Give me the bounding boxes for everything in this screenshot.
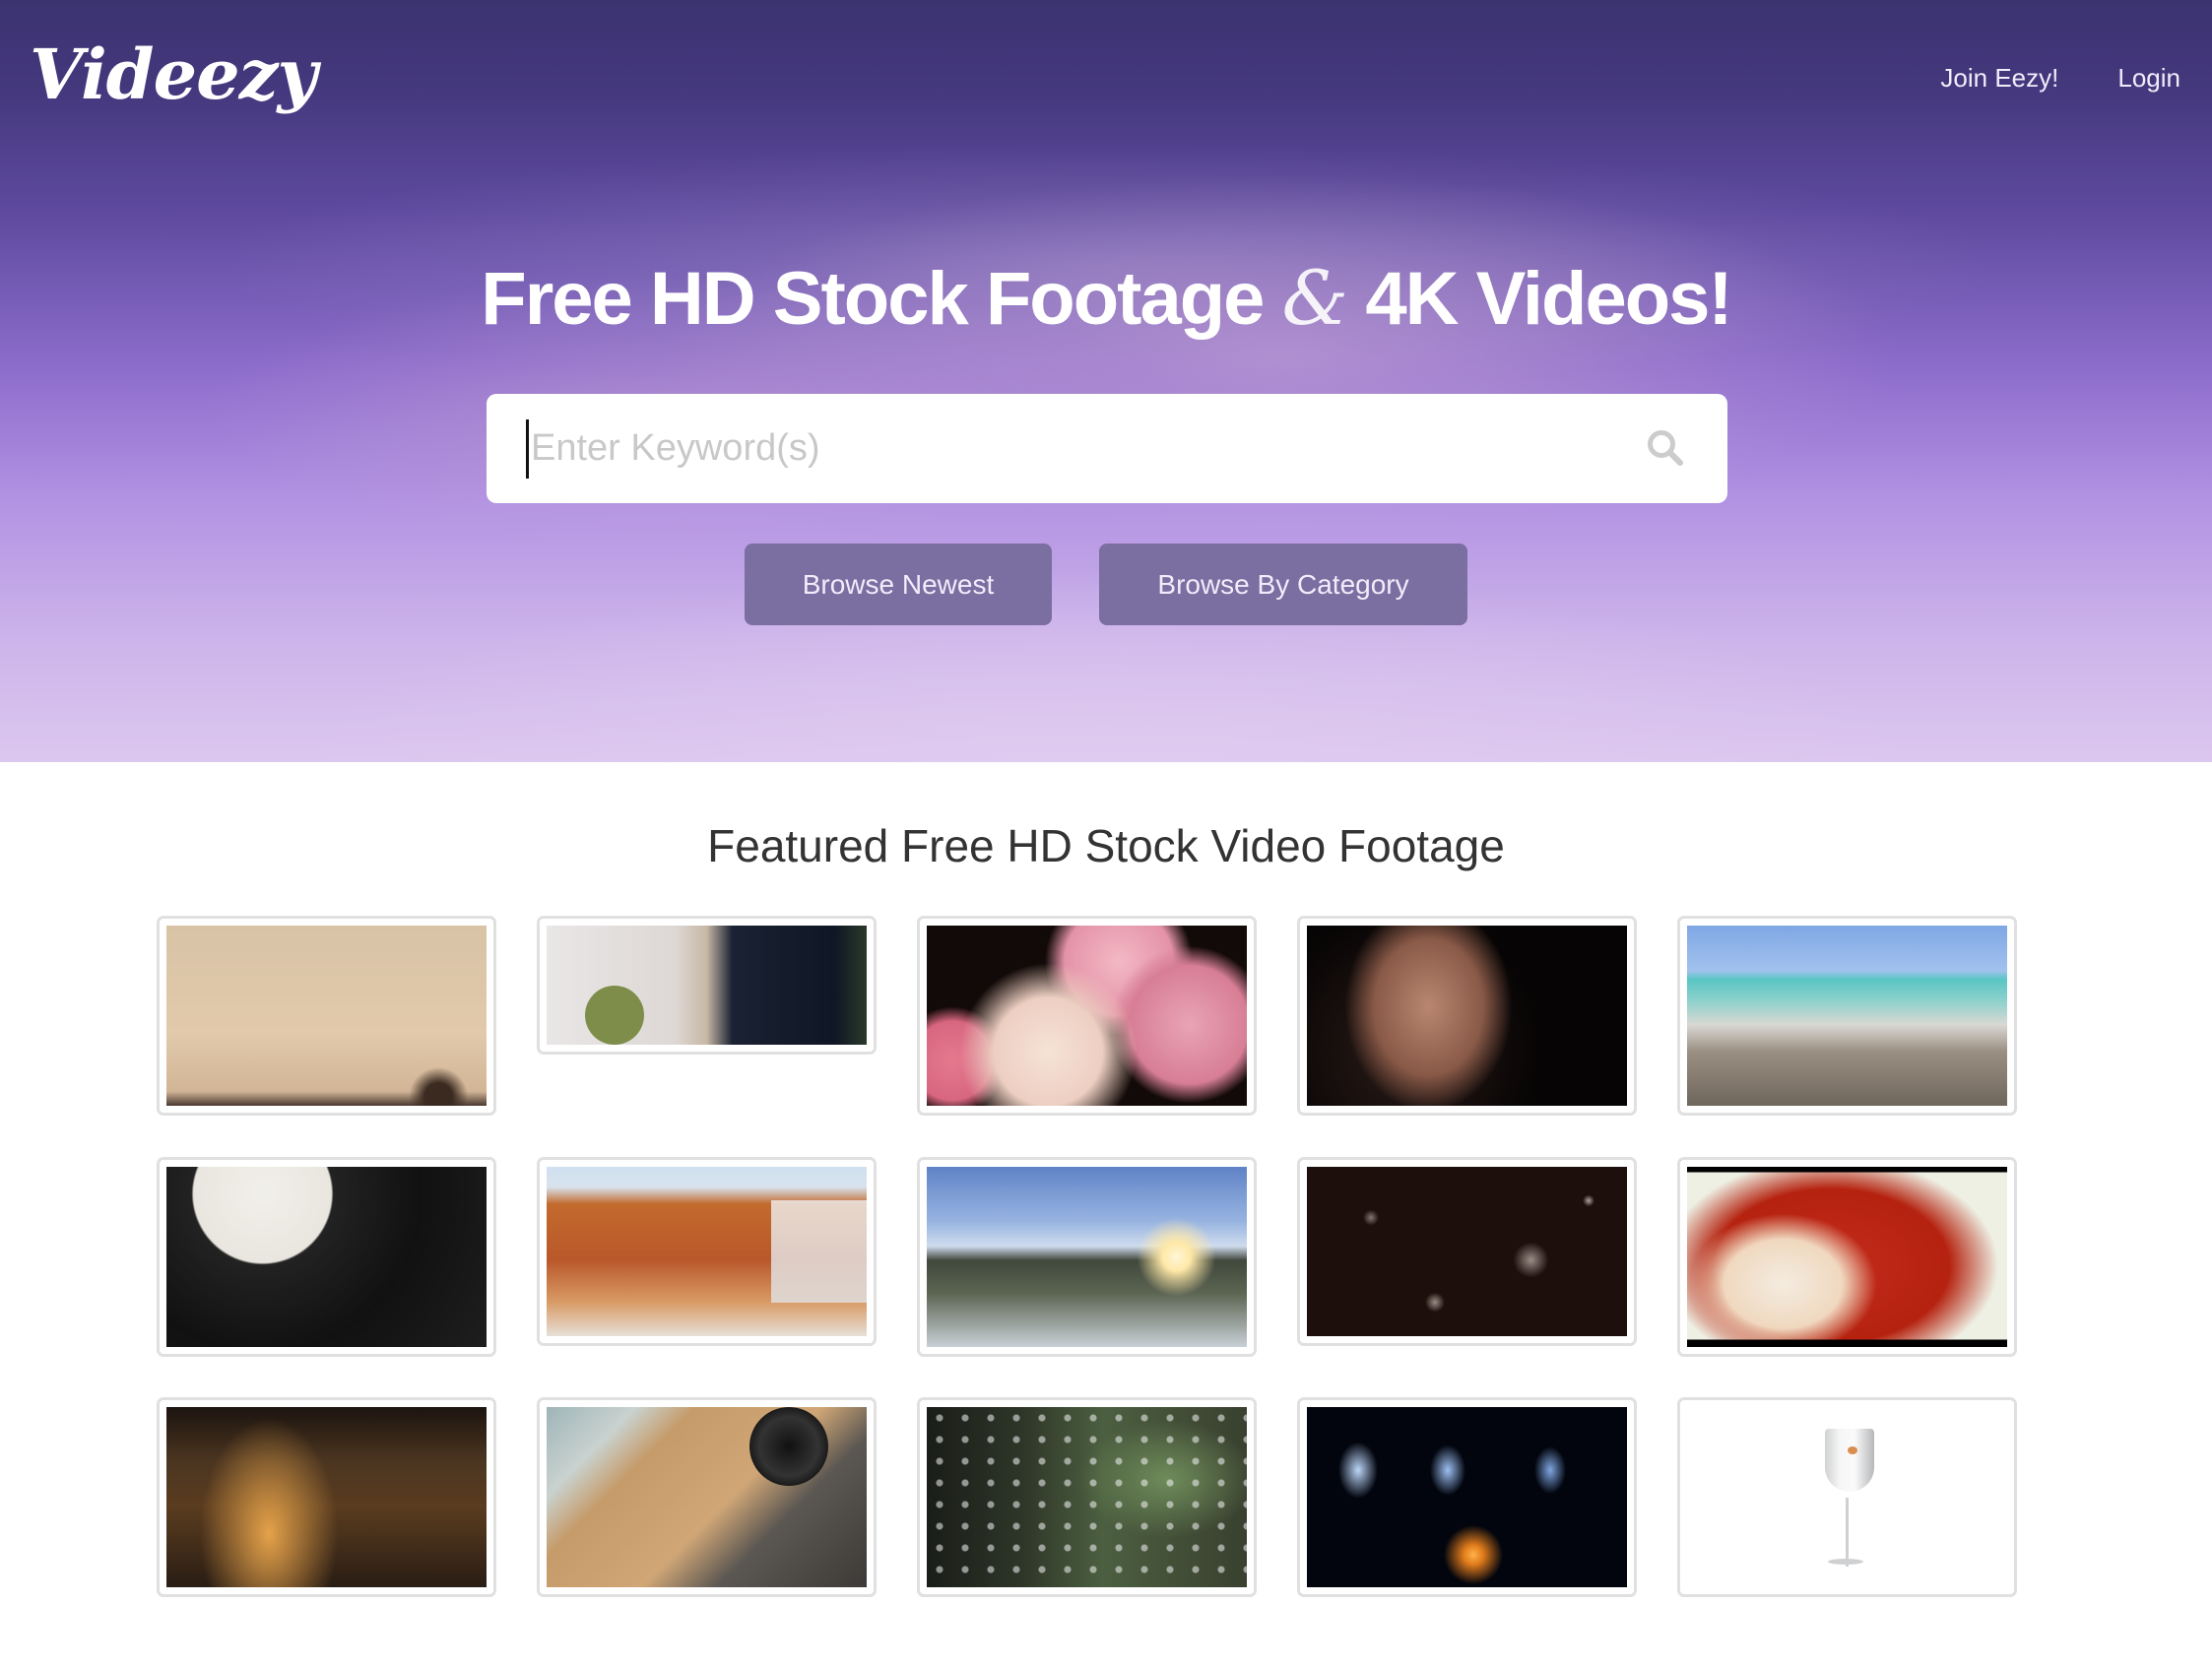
login-link[interactable]: Login: [2117, 63, 2180, 94]
video-thumbnail-camera-desk[interactable]: [547, 1407, 867, 1587]
video-thumbnail-rocky-beach[interactable]: [1687, 926, 2007, 1106]
video-card[interactable]: [917, 1157, 1257, 1357]
goldfish: [1847, 1446, 1857, 1455]
headline-part-1: Free HD Stock Footage: [481, 257, 1265, 341]
search-icon[interactable]: [1645, 427, 1686, 469]
video-card[interactable]: [537, 1157, 877, 1346]
video-card[interactable]: [1677, 1397, 2017, 1597]
video-card[interactable]: [1677, 1157, 2017, 1357]
video-thumbnail-blossoms[interactable]: [927, 1407, 1247, 1587]
video-thumbnail-balloons[interactable]: [927, 926, 1247, 1106]
search-input[interactable]: [526, 418, 1609, 479]
video-card[interactable]: [537, 1397, 877, 1597]
wine-glass-bowl: [1824, 1428, 1874, 1492]
video-thumbnail-snowy-sunset[interactable]: [927, 1167, 1247, 1347]
browse-newest-button[interactable]: Browse Newest: [745, 544, 1052, 625]
video-thumbnail-red-ink[interactable]: [1687, 1167, 2007, 1347]
video-thumbnail-old-film[interactable]: [166, 926, 487, 1106]
wine-glass-stem: [1845, 1497, 1849, 1567]
join-eezy-link[interactable]: Join Eezy!: [1940, 63, 2058, 94]
video-thumbnail-iced-coffee[interactable]: [547, 926, 867, 1045]
videezy-logo[interactable]: Videezy: [30, 33, 317, 115]
wine-glass-base: [1828, 1558, 1863, 1565]
video-thumbnail-rock-arch[interactable]: [547, 1167, 867, 1336]
headline-ampersand: &: [1281, 254, 1349, 342]
video-card[interactable]: [917, 1397, 1257, 1597]
top-nav: Join Eezy! Login: [1940, 63, 2180, 94]
video-card[interactable]: [157, 916, 496, 1116]
video-card[interactable]: [537, 916, 877, 1055]
video-card[interactable]: [1677, 916, 2017, 1116]
video-thumbnail-vinyl-record[interactable]: [166, 1167, 487, 1347]
video-card[interactable]: [1297, 1157, 1637, 1346]
video-card[interactable]: [157, 1397, 496, 1597]
featured-section-title: Featured Free HD Stock Video Footage: [707, 820, 1505, 871]
video-card[interactable]: [917, 916, 1257, 1116]
video-thumbnail-dust-bokeh[interactable]: [1307, 1167, 1627, 1336]
video-thumbnail-woman-portrait[interactable]: [1307, 926, 1627, 1106]
video-card[interactable]: [1297, 1397, 1637, 1597]
headline-part-2: 4K Videos!: [1365, 257, 1732, 341]
hero-headline: Free HD Stock Footage & 4K Videos!: [0, 254, 2212, 342]
video-thumbnail-edison-bulb[interactable]: [1307, 1407, 1627, 1587]
video-card[interactable]: [1297, 916, 1637, 1116]
video-thumbnail-city-night[interactable]: [166, 1407, 487, 1587]
hero-banner: Videezy Join Eezy! Login Free HD Stock F…: [0, 0, 2212, 762]
search-bar: [487, 394, 1727, 503]
video-thumbnail-goldfish-glass[interactable]: [1687, 1407, 2007, 1587]
video-card[interactable]: [157, 1157, 496, 1357]
browse-by-category-button[interactable]: Browse By Category: [1099, 544, 1467, 625]
